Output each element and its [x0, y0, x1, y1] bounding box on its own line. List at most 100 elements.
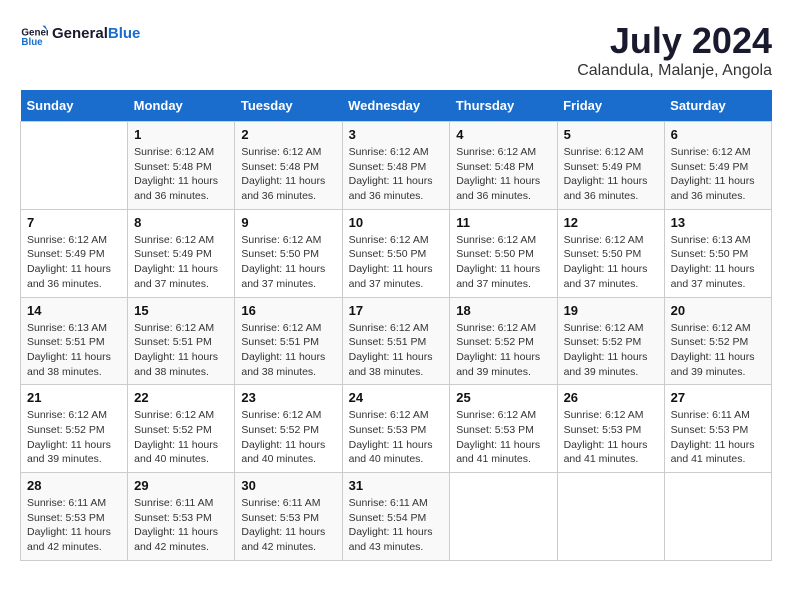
calendar-cell: 6Sunrise: 6:12 AMSunset: 5:49 PMDaylight…	[664, 122, 771, 210]
day-number: 3	[349, 127, 444, 142]
calendar-cell: 17Sunrise: 6:12 AMSunset: 5:51 PMDayligh…	[342, 297, 450, 385]
calendar-cell: 4 Sunrise: 6:12 AMSunset: 5:48 PMDaylight…	[450, 122, 557, 210]
calendar-cell: 8Sunrise: 6:12 AMSunset: 5:49 PMDaylight…	[128, 209, 235, 297]
page-title: July 2024	[577, 20, 772, 62]
calendar-cell: 5 Sunrise: 6:12 AMSunset: 5:49 PMDaylight…	[557, 122, 664, 210]
calendar-cell: 21 Sunrise: 6:12 AMSunset: 5:52 PMDayligh…	[21, 385, 128, 473]
calendar-header: SundayMondayTuesdayWednesdayThursdayFrid…	[21, 90, 772, 122]
header-day-friday: Friday	[557, 90, 664, 122]
day-info: Sunrise: 6:12 AMSunset: 5:52 PMDaylight:…	[27, 408, 121, 467]
calendar-table: SundayMondayTuesdayWednesdayThursdayFrid…	[20, 90, 772, 561]
day-number: 12	[564, 215, 658, 230]
day-info: Sunrise: 6:12 AMSunset: 5:52 PMDaylight:…	[456, 321, 550, 380]
calendar-cell: 11 Sunrise: 6:12 AMSunset: 5:50 PMDayligh…	[450, 209, 557, 297]
header-day-tuesday: Tuesday	[235, 90, 342, 122]
day-info: Sunrise: 6:12 AMSunset: 5:53 PMDaylight:…	[564, 408, 658, 467]
calendar-cell: 30 Sunrise: 6:11 AMSunset: 5:53 PMDayligh…	[235, 473, 342, 561]
logo: General Blue GeneralBlue	[20, 20, 140, 48]
header-row: SundayMondayTuesdayWednesdayThursdayFrid…	[21, 90, 772, 122]
day-info: Sunrise: 6:11 AMSunset: 5:53 PMDaylight:…	[671, 408, 765, 467]
day-info: Sunrise: 6:12 AMSunset: 5:49 PMDaylight:…	[134, 233, 228, 292]
calendar-cell: 9 Sunrise: 6:12 AMSunset: 5:50 PMDaylight…	[235, 209, 342, 297]
calendar-cell: 31 Sunrise: 6:11 AMSunset: 5:54 PMDayligh…	[342, 473, 450, 561]
calendar-cell: 25 Sunrise: 6:12 AMSunset: 5:53 PMDayligh…	[450, 385, 557, 473]
calendar-cell: 1 Sunrise: 6:12 AMSunset: 5:48 PMDaylight…	[128, 122, 235, 210]
day-number: 31	[349, 478, 444, 493]
day-number: 30	[241, 478, 335, 493]
day-number: 19	[564, 303, 658, 318]
day-info: Sunrise: 6:11 AMSunset: 5:53 PMDaylight:…	[241, 496, 335, 555]
logo-icon: General Blue	[20, 20, 48, 48]
calendar-cell: 24 Sunrise: 6:12 AMSunset: 5:53 PMDayligh…	[342, 385, 450, 473]
calendar-cell: 7Sunrise: 6:12 AMSunset: 5:49 PMDaylight…	[21, 209, 128, 297]
day-number: 18	[456, 303, 550, 318]
day-info: Sunrise: 6:13 AMSunset: 5:50 PMDaylight:…	[671, 233, 765, 292]
logo-general: General	[52, 25, 108, 42]
day-number: 4	[456, 127, 550, 142]
day-info: Sunrise: 6:12 AMSunset: 5:48 PMDaylight:…	[134, 145, 228, 204]
day-number: 16	[241, 303, 335, 318]
week-row-2: 14Sunrise: 6:13 AMSunset: 5:51 PMDayligh…	[21, 297, 772, 385]
day-number: 13	[671, 215, 765, 230]
calendar-cell: 22 Sunrise: 6:12 AMSunset: 5:52 PMDayligh…	[128, 385, 235, 473]
day-number: 1	[134, 127, 228, 142]
calendar-cell: 27Sunrise: 6:11 AMSunset: 5:53 PMDayligh…	[664, 385, 771, 473]
week-row-0: 1 Sunrise: 6:12 AMSunset: 5:48 PMDaylight…	[21, 122, 772, 210]
calendar-cell: 14Sunrise: 6:13 AMSunset: 5:51 PMDayligh…	[21, 297, 128, 385]
day-number: 5	[564, 127, 658, 142]
day-info: Sunrise: 6:12 AMSunset: 5:50 PMDaylight:…	[456, 233, 550, 292]
day-number: 26	[564, 390, 658, 405]
day-info: Sunrise: 6:11 AMSunset: 5:54 PMDaylight:…	[349, 496, 444, 555]
week-row-1: 7 Sunrise: 6:12 AMSunset: 5:49 PMDaylight…	[21, 209, 772, 297]
day-number: 6	[671, 127, 765, 142]
week-row-3: 21 Sunrise: 6:12 AMSunset: 5:52 PMDayligh…	[21, 385, 772, 473]
day-number: 15	[134, 303, 228, 318]
day-info: Sunrise: 6:12 AMSunset: 5:51 PMDaylight:…	[134, 321, 228, 380]
calendar-cell	[557, 473, 664, 561]
calendar-cell: 23 Sunrise: 6:12 AMSunset: 5:52 PMDayligh…	[235, 385, 342, 473]
day-info: Sunrise: 6:12 AMSunset: 5:51 PMDaylight:…	[241, 321, 335, 380]
calendar-cell: 10Sunrise: 6:12 AMSunset: 5:50 PMDayligh…	[342, 209, 450, 297]
calendar-cell: 16 Sunrise: 6:12 AMSunset: 5:51 PMDayligh…	[235, 297, 342, 385]
day-number: 11	[456, 215, 550, 230]
calendar-body: 1 Sunrise: 6:12 AMSunset: 5:48 PMDaylight…	[21, 122, 772, 561]
header-day-monday: Monday	[128, 90, 235, 122]
header: General Blue GeneralBlue July 2024 Calan…	[20, 20, 772, 80]
calendar-cell: 26 Sunrise: 6:12 AMSunset: 5:53 PMDayligh…	[557, 385, 664, 473]
header-day-saturday: Saturday	[664, 90, 771, 122]
day-info: Sunrise: 6:12 AMSunset: 5:48 PMDaylight:…	[349, 145, 444, 204]
day-info: Sunrise: 6:12 AMSunset: 5:52 PMDaylight:…	[671, 321, 765, 380]
day-info: Sunrise: 6:12 AMSunset: 5:50 PMDaylight:…	[564, 233, 658, 292]
day-info: Sunrise: 6:12 AMSunset: 5:49 PMDaylight:…	[564, 145, 658, 204]
day-number: 28	[27, 478, 121, 493]
day-info: Sunrise: 6:12 AMSunset: 5:50 PMDaylight:…	[241, 233, 335, 292]
day-info: Sunrise: 6:12 AMSunset: 5:48 PMDaylight:…	[456, 145, 550, 204]
header-day-thursday: Thursday	[450, 90, 557, 122]
day-number: 22	[134, 390, 228, 405]
header-day-sunday: Sunday	[21, 90, 128, 122]
day-number: 29	[134, 478, 228, 493]
week-row-4: 28 Sunrise: 6:11 AMSunset: 5:53 PMDayligh…	[21, 473, 772, 561]
day-number: 9	[241, 215, 335, 230]
day-info: Sunrise: 6:12 AMSunset: 5:53 PMDaylight:…	[349, 408, 444, 467]
day-info: Sunrise: 6:12 AMSunset: 5:53 PMDaylight:…	[456, 408, 550, 467]
calendar-cell: 2Sunrise: 6:12 AMSunset: 5:48 PMDaylight…	[235, 122, 342, 210]
day-number: 23	[241, 390, 335, 405]
day-info: Sunrise: 6:12 AMSunset: 5:52 PMDaylight:…	[134, 408, 228, 467]
calendar-cell: 13 Sunrise: 6:13 AMSunset: 5:50 PMDayligh…	[664, 209, 771, 297]
day-number: 14	[27, 303, 121, 318]
svg-text:Blue: Blue	[21, 37, 43, 48]
day-number: 25	[456, 390, 550, 405]
day-number: 2	[241, 127, 335, 142]
day-info: Sunrise: 6:12 AMSunset: 5:52 PMDaylight:…	[241, 408, 335, 467]
day-info: Sunrise: 6:12 AMSunset: 5:52 PMDaylight:…	[564, 321, 658, 380]
calendar-cell: 19 Sunrise: 6:12 AMSunset: 5:52 PMDayligh…	[557, 297, 664, 385]
page-subtitle: Calandula, Malanje, Angola	[577, 62, 772, 80]
day-number: 24	[349, 390, 444, 405]
title-area: July 2024 Calandula, Malanje, Angola	[577, 20, 772, 80]
day-number: 7	[27, 215, 121, 230]
day-number: 21	[27, 390, 121, 405]
logo-blue: Blue	[108, 25, 141, 42]
calendar-cell: 18 Sunrise: 6:12 AMSunset: 5:52 PMDayligh…	[450, 297, 557, 385]
calendar-cell	[450, 473, 557, 561]
